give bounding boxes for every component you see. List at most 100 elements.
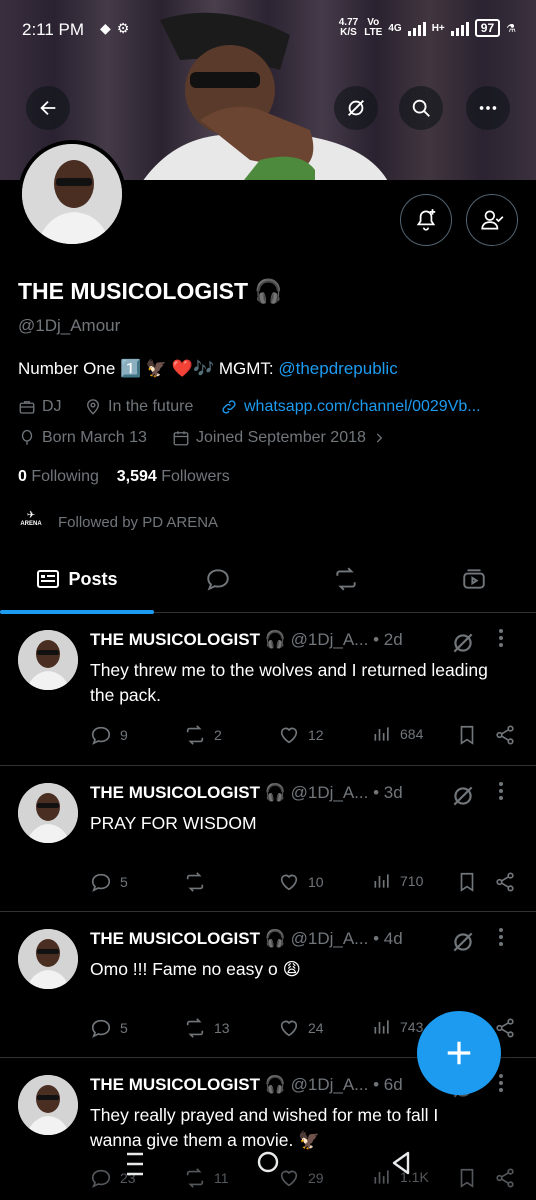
profile-category: DJ xyxy=(18,398,62,416)
post-grok-button[interactable] xyxy=(450,783,476,809)
share-button[interactable] xyxy=(494,724,516,746)
search-button[interactable] xyxy=(399,86,443,130)
reply-button[interactable]: 5 xyxy=(90,1017,128,1039)
reply-button[interactable]: 9 xyxy=(90,724,128,746)
volte-indicator: Vo LTE xyxy=(364,18,382,38)
post-header: THE MUSICOLOGIST 🎧 @1Dj_A... • 2d xyxy=(90,630,403,650)
bio-mention-link[interactable]: @thepdrepublic xyxy=(278,359,397,378)
home-circle-icon xyxy=(257,1151,279,1173)
following-link[interactable]: 0 Following xyxy=(18,468,99,485)
profile-tabs: Posts xyxy=(0,545,536,614)
followers-link[interactable]: 3,594 Followers xyxy=(117,468,230,485)
grok-icon xyxy=(453,786,473,806)
calendar-icon xyxy=(173,431,189,446)
compose-post-button[interactable] xyxy=(417,1011,501,1095)
like-icon xyxy=(280,874,298,891)
grok-button[interactable] xyxy=(334,86,378,130)
post-item[interactable]: THE MUSICOLOGIST 🎧 @1Dj_A... • 2d They t… xyxy=(0,614,536,766)
follow-status-button[interactable] xyxy=(466,194,518,246)
net-speed-unit: K/S xyxy=(340,27,357,38)
post-text: Omo !!! Fame no easy o 😩 xyxy=(90,959,301,979)
reply-count: 5 xyxy=(120,874,128,890)
location-pin-icon xyxy=(87,399,99,415)
post-more-button[interactable] xyxy=(498,628,504,648)
birthday-label: Born March 13 xyxy=(42,429,147,446)
post-avatar-photo xyxy=(18,1075,78,1135)
post-more-button[interactable] xyxy=(498,1073,504,1093)
network-1: 4G xyxy=(388,22,402,34)
followed-by[interactable]: ✈ ARENA Followed by PD ARENA xyxy=(18,511,218,532)
post-author-handle: @1Dj_A... xyxy=(290,929,369,948)
post-avatar[interactable] xyxy=(18,929,78,989)
profile-location: In the future xyxy=(84,398,193,416)
post-actions: 5 10 710 xyxy=(90,871,520,897)
plus-icon xyxy=(447,1041,471,1065)
tab-media[interactable] xyxy=(446,545,502,613)
status-right: 4.77 K/S Vo LTE 4G H+ 97 ⚗ xyxy=(339,18,516,38)
profile-birthday: Born March 13 xyxy=(18,429,147,447)
category-label: DJ xyxy=(42,398,62,415)
bookmark-button[interactable] xyxy=(456,724,478,746)
post-text: They threw me to the wolves and I return… xyxy=(90,660,488,705)
post-avatar-photo xyxy=(18,630,78,690)
post-item[interactable]: THE MUSICOLOGIST 🎧 @1Dj_A... • 3d PRAY F… xyxy=(0,767,536,912)
like-icon xyxy=(280,727,298,744)
share-button[interactable] xyxy=(494,871,516,893)
post-more-button[interactable] xyxy=(498,927,504,947)
post-author-name[interactable]: THE MUSICOLOGIST 🎧 xyxy=(90,630,286,649)
reply-button[interactable]: 5 xyxy=(90,871,128,893)
repost-icon xyxy=(186,725,204,745)
like-button[interactable]: 10 xyxy=(278,871,324,893)
bookmark-button[interactable] xyxy=(456,871,478,893)
status-bar: 2:11 PM ◆⚙ 4.77 K/S Vo LTE 4G H+ 97 ⚗ xyxy=(0,0,536,60)
views-button[interactable]: 684 xyxy=(372,724,423,744)
repost-icon xyxy=(186,872,204,892)
repost-button[interactable] xyxy=(184,871,214,893)
website-link[interactable]: whatsapp.com/channel/0029Vb... xyxy=(244,398,481,416)
post-avatar[interactable] xyxy=(18,783,78,843)
post-more-button[interactable] xyxy=(498,781,504,801)
post-grok-button[interactable] xyxy=(450,630,476,656)
system-back-button[interactable] xyxy=(390,1150,412,1176)
views-button[interactable]: 710 xyxy=(372,871,423,891)
tab-reposts[interactable] xyxy=(318,545,374,613)
recent-apps-button[interactable] xyxy=(124,1150,146,1178)
profile-joined[interactable]: Joined September 2018 xyxy=(172,429,386,447)
repost-icon xyxy=(186,1018,204,1038)
repost-button[interactable]: 13 xyxy=(184,1017,230,1039)
post-author-name[interactable]: THE MUSICOLOGIST 🎧 xyxy=(90,929,286,948)
profile-website[interactable]: whatsapp.com/channel/0029Vb... xyxy=(220,398,481,416)
like-button[interactable]: 12 xyxy=(278,724,324,746)
views-icon xyxy=(374,727,389,741)
post-avatar[interactable] xyxy=(18,1075,78,1135)
like-button[interactable]: 24 xyxy=(278,1017,324,1039)
grok-icon xyxy=(453,932,473,952)
notifications-button[interactable] xyxy=(400,194,452,246)
volte-bottom: LTE xyxy=(364,27,383,38)
more-button[interactable] xyxy=(466,86,510,130)
signal-bars-2-icon xyxy=(450,20,469,36)
tab-replies[interactable] xyxy=(190,545,246,613)
repost-count: 13 xyxy=(214,1020,230,1036)
post-author-name[interactable]: THE MUSICOLOGIST 🎧 xyxy=(90,1075,286,1094)
flask-icon: ⚗ xyxy=(506,22,516,35)
like-count: 24 xyxy=(308,1020,324,1036)
repost-button[interactable]: 2 xyxy=(184,724,222,746)
briefcase-icon xyxy=(19,401,35,414)
post-author-name[interactable]: THE MUSICOLOGIST 🎧 xyxy=(90,783,286,802)
post-actions: 9 2 12 684 xyxy=(90,724,520,750)
tab-posts[interactable]: Posts xyxy=(0,545,154,614)
posts-icon xyxy=(37,570,60,588)
post-grok-button[interactable] xyxy=(450,929,476,955)
view-count: 710 xyxy=(400,873,424,889)
reply-icon xyxy=(91,1019,111,1038)
back-button[interactable] xyxy=(26,86,70,130)
views-icon xyxy=(374,874,389,888)
following-label: Following xyxy=(31,468,99,485)
post-avatar[interactable] xyxy=(18,630,78,690)
balloon-icon xyxy=(21,429,33,445)
views-button[interactable]: 743 xyxy=(372,1017,423,1037)
home-button[interactable] xyxy=(256,1150,280,1174)
vertical-more-icon xyxy=(499,928,503,946)
profile-avatar[interactable] xyxy=(18,140,126,248)
